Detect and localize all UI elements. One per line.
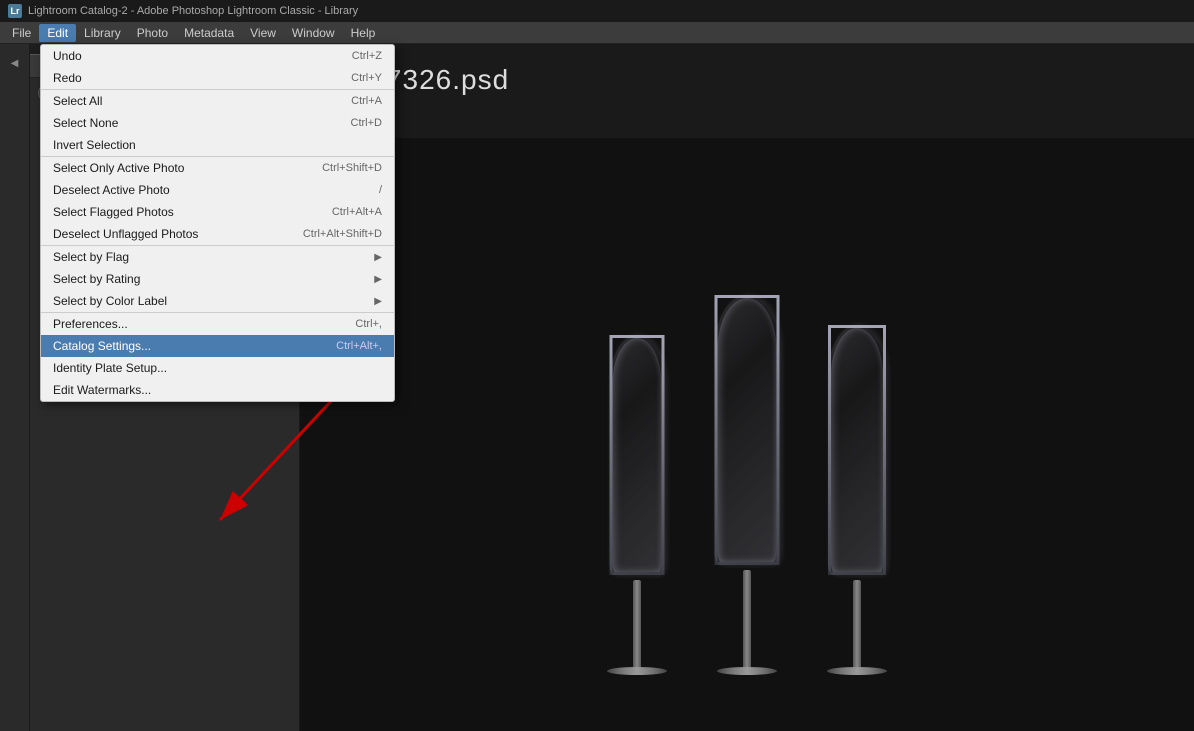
menu-library[interactable]: Library (76, 24, 129, 42)
filename-display: _G_7326.psd (330, 64, 1164, 96)
glass-2 (702, 275, 792, 675)
menu-select-none[interactable]: Select None Ctrl+D (41, 112, 394, 134)
select-by-flag-label: Select by Flag (53, 250, 370, 264)
catalog-settings-label: Catalog Settings... (53, 339, 336, 353)
menu-identity-plate[interactable]: Identity Plate Setup... (41, 357, 394, 379)
menu-help[interactable]: Help (343, 24, 384, 42)
submenu-arrow-icon: ▶ (374, 296, 382, 307)
select-none-label: Select None (53, 116, 351, 130)
menu-file[interactable]: File (4, 24, 39, 42)
deselect-unflagged-label: Deselect Unflagged Photos (53, 227, 303, 241)
menu-view[interactable]: View (242, 24, 284, 42)
menu-deselect-active[interactable]: Deselect Active Photo / (41, 179, 394, 201)
select-flagged-label: Select Flagged Photos (53, 205, 332, 219)
deselect-unflagged-shortcut: Ctrl+Alt+Shift+D (303, 228, 382, 240)
app-icon: Lr (8, 4, 22, 18)
left-sidebar: ◀ (0, 44, 30, 731)
select-flagged-shortcut: Ctrl+Alt+A (332, 206, 382, 218)
preferences-shortcut: Ctrl+, (355, 318, 382, 330)
glass-1 (592, 275, 682, 675)
menu-select-by-flag[interactable]: Select by Flag ▶ (41, 246, 394, 268)
undo-label: Undo (53, 49, 352, 63)
glass-3 (812, 275, 902, 675)
catalog-settings-shortcut: Ctrl+Alt+, (336, 340, 382, 352)
undo-shortcut: Ctrl+Z (352, 50, 382, 62)
select-active-label: Select Only Active Photo (53, 161, 322, 175)
edit-dropdown-menu: Undo Ctrl+Z Redo Ctrl+Y Select All Ctrl+… (40, 44, 395, 402)
select-none-shortcut: Ctrl+D (351, 117, 382, 129)
redo-label: Redo (53, 71, 351, 85)
menu-bar: File Edit Library Photo Metadata View Wi… (0, 22, 1194, 44)
undo-redo-section: Undo Ctrl+Z Redo Ctrl+Y (41, 45, 394, 90)
submenu-arrow-icon: ▶ (374, 274, 382, 285)
menu-invert-selection[interactable]: Invert Selection (41, 134, 394, 156)
select-active-shortcut: Ctrl+Shift+D (322, 162, 382, 174)
main-content: _G_7326.psd x 5206 (300, 44, 1194, 731)
invert-selection-label: Invert Selection (53, 138, 382, 152)
identity-plate-label: Identity Plate Setup... (53, 361, 382, 375)
menu-metadata[interactable]: Metadata (176, 24, 242, 42)
select-section: Select All Ctrl+A Select None Ctrl+D Inv… (41, 90, 394, 157)
menu-undo[interactable]: Undo Ctrl+Z (41, 45, 394, 67)
menu-photo[interactable]: Photo (129, 24, 176, 42)
select-by-section: Select by Flag ▶ Select by Rating ▶ Sele… (41, 246, 394, 313)
title-bar: Lr Lightroom Catalog-2 - Adobe Photoshop… (0, 0, 1194, 22)
menu-edit[interactable]: Edit (39, 24, 76, 42)
select-all-label: Select All (53, 94, 351, 108)
submenu-arrow-icon: ▶ (374, 252, 382, 263)
menu-select-flagged[interactable]: Select Flagged Photos Ctrl+Alt+A (41, 201, 394, 223)
redo-shortcut: Ctrl+Y (351, 72, 382, 84)
menu-edit-watermarks[interactable]: Edit Watermarks... (41, 379, 394, 401)
deselect-active-shortcut: / (379, 184, 382, 196)
title-bar-text: Lightroom Catalog-2 - Adobe Photoshop Li… (28, 5, 358, 17)
select-by-rating-label: Select by Rating (53, 272, 370, 286)
menu-select-all[interactable]: Select All Ctrl+A (41, 90, 394, 112)
menu-deselect-unflagged[interactable]: Deselect Unflagged Photos Ctrl+Alt+Shift… (41, 223, 394, 245)
content-header: _G_7326.psd x 5206 (300, 44, 1194, 138)
active-photo-section: Select Only Active Photo Ctrl+Shift+D De… (41, 157, 394, 246)
edit-watermarks-label: Edit Watermarks... (53, 383, 382, 397)
menu-preferences[interactable]: Preferences... Ctrl+, (41, 313, 394, 335)
menu-catalog-settings[interactable]: Catalog Settings... Ctrl+Alt+, (41, 335, 394, 357)
detail-display: x 5206 (330, 100, 1164, 118)
photo-display-area (300, 138, 1194, 731)
preferences-section: Preferences... Ctrl+, Catalog Settings..… (41, 313, 394, 401)
sidebar-toggle[interactable]: ◀ (11, 58, 19, 69)
deselect-active-label: Deselect Active Photo (53, 183, 379, 197)
select-all-shortcut: Ctrl+A (351, 95, 382, 107)
menu-redo[interactable]: Redo Ctrl+Y (41, 67, 394, 89)
menu-window[interactable]: Window (284, 24, 343, 42)
menu-select-by-color[interactable]: Select by Color Label ▶ (41, 290, 394, 312)
menu-select-only-active[interactable]: Select Only Active Photo Ctrl+Shift+D (41, 157, 394, 179)
preferences-label: Preferences... (53, 317, 355, 331)
select-by-color-label: Select by Color Label (53, 294, 370, 308)
photo-glasses (527, 195, 967, 675)
menu-select-by-rating[interactable]: Select by Rating ▶ (41, 268, 394, 290)
